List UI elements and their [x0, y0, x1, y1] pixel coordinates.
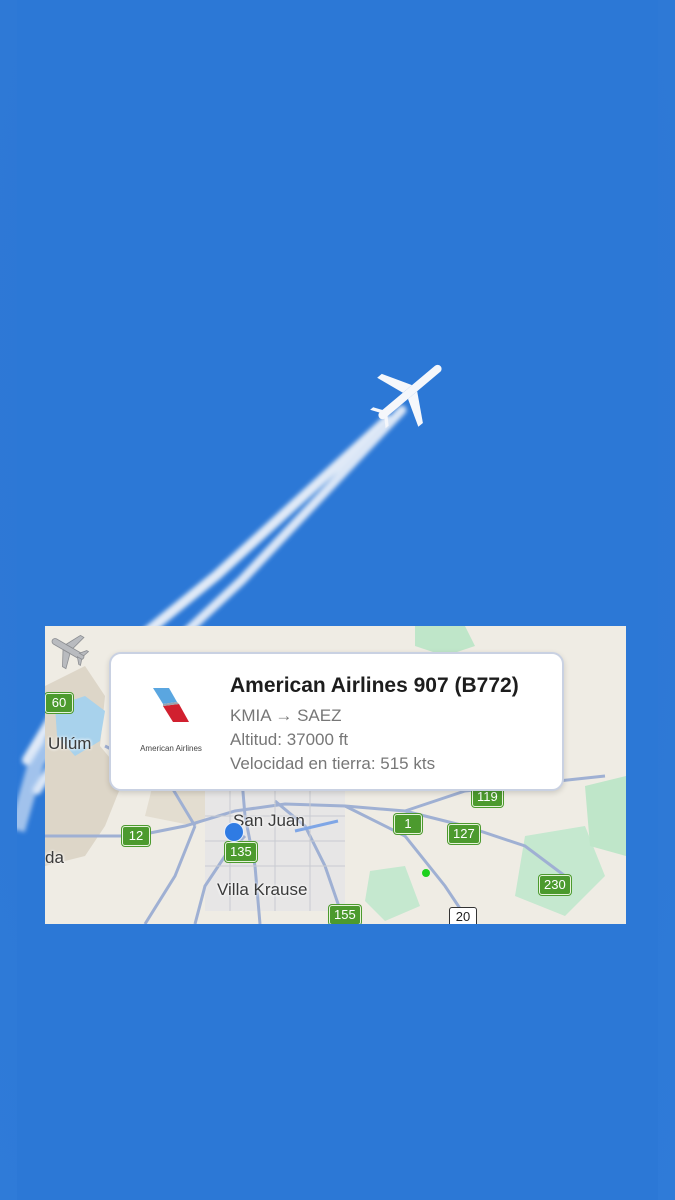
place-ullum: Ullúm	[48, 734, 92, 753]
flight-info-popup[interactable]: American Airlines American Airlines 907 …	[109, 652, 564, 791]
route-shield-230: 230	[539, 875, 571, 895]
flight-ground-speed: Velocidad en tierra: 515 kts	[230, 754, 436, 773]
airline-tail-icon	[153, 688, 189, 722]
flight-map[interactable]: Ullúm da San Juan Villa Krause 60 12 135…	[45, 626, 626, 924]
place-san-juan: San Juan	[233, 811, 305, 830]
route-shield-1: 1	[394, 814, 422, 834]
airplane-photo	[17, 0, 658, 1200]
place-villa-krause: Villa Krause	[217, 880, 308, 899]
flight-altitude: Altitud: 37000 ft	[230, 730, 349, 749]
route-shield-60: 60	[45, 693, 73, 713]
american-airlines-logo: American Airlines	[133, 682, 209, 758]
flight-route: KMIA → SAEZ	[230, 706, 342, 725]
map-marker-dot	[422, 869, 430, 877]
route-shield-12: 12	[122, 826, 150, 846]
route-shield-127: 127	[448, 824, 480, 844]
flight-title: American Airlines 907 (B772)	[230, 674, 519, 697]
airline-logo-text: American Airlines	[140, 744, 202, 753]
route-shield-155: 155	[329, 905, 361, 924]
route-shield-20: 20	[449, 907, 477, 924]
place-partial: da	[45, 848, 64, 867]
my-location-dot[interactable]	[224, 822, 244, 842]
airplane-icon[interactable]	[45, 626, 91, 672]
route-shield-135: 135	[225, 842, 257, 862]
